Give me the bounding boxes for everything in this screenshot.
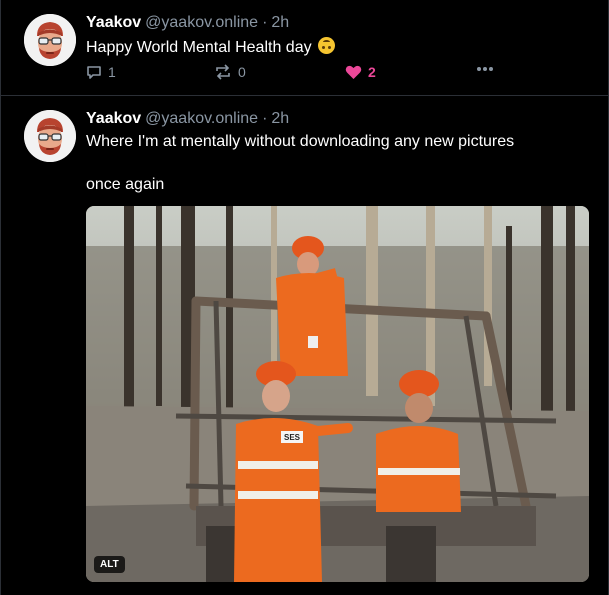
post-2[interactable]: Yaakov @yaakov.online · 2h Where I'm at men…	[1, 96, 608, 595]
more-icon	[477, 67, 493, 71]
more-options-button[interactable]	[476, 66, 494, 72]
author-name[interactable]: Yaakov	[86, 14, 141, 31]
reply-button[interactable]: 1	[86, 64, 116, 80]
post-time[interactable]: 2h	[271, 14, 289, 31]
avatar[interactable]	[24, 110, 76, 162]
avatar[interactable]	[24, 14, 76, 66]
post-body: Happy World Mental Health day	[86, 39, 312, 56]
author-handle[interactable]: @yaakov.online	[145, 14, 258, 31]
post-text-line-1: Where I'm at mentally without downloadin…	[86, 133, 515, 150]
post-1[interactable]: Yaakov @yaakov.online · 2h Happy World Ment…	[1, 0, 608, 96]
reply-icon	[87, 66, 101, 79]
alt-text-badge[interactable]: ALT	[94, 556, 125, 573]
like-count: 2	[368, 64, 376, 80]
post-time[interactable]: 2h	[271, 110, 289, 127]
reply-count: 1	[108, 64, 116, 80]
author-handle[interactable]: @yaakov.online	[145, 110, 258, 127]
separator: ·	[262, 110, 268, 127]
post-text-line-2: once again	[86, 176, 165, 193]
repost-count: 0	[238, 64, 246, 80]
post-header: Yaakov @yaakov.online · 2h	[86, 14, 289, 32]
like-button[interactable]: 2	[345, 64, 376, 80]
separator: ·	[262, 14, 268, 31]
repost-button[interactable]: 0	[214, 64, 246, 80]
post-actions: 1 0 2	[86, 64, 506, 84]
upside-down-face-icon	[317, 37, 335, 54]
ses-badge-text: SES	[284, 433, 301, 442]
burnt-vehicle-photo: SES	[86, 206, 589, 582]
author-name[interactable]: Yaakov	[86, 110, 141, 127]
post-image[interactable]: SES ALT	[86, 206, 589, 582]
heart-icon	[345, 65, 362, 79]
post-header: Yaakov @yaakov.online · 2h	[86, 110, 289, 128]
repost-icon	[216, 64, 230, 80]
post-text: Happy World Mental Health day	[86, 37, 335, 57]
feed: Yaakov @yaakov.online · 2h Happy World Ment…	[0, 0, 609, 595]
